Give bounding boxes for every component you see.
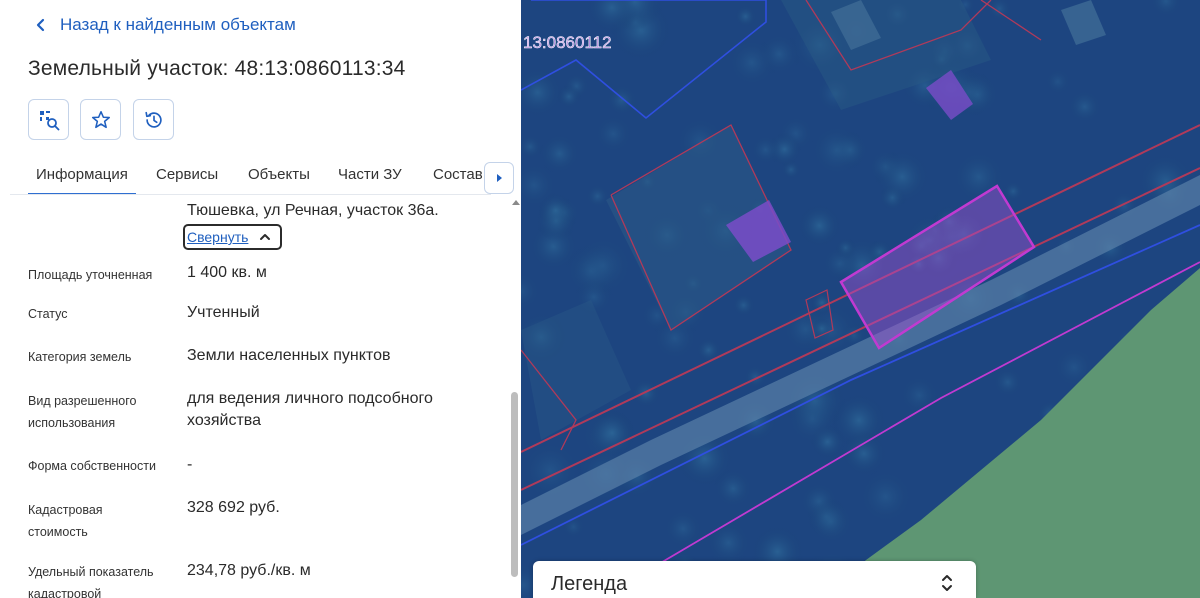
chevron-left-icon: [36, 18, 45, 32]
tree-blob: [564, 244, 618, 298]
star-icon: [91, 110, 110, 128]
page-title: Земельный участок: 48:13:0860113:34: [28, 57, 406, 80]
chevron-right-icon: [497, 174, 502, 182]
field-label-cadastral-value: Кадастровая стоимость: [28, 503, 103, 539]
field-value-specific-value: 234,78 руб./кв. м: [187, 562, 311, 579]
tree-blob: [538, 132, 581, 175]
object-info-panel: Назад к найденным объектам Земельный уча…: [0, 0, 521, 598]
tabs-scroll-right-button[interactable]: [484, 162, 514, 194]
collapse-label[interactable]: Свернуть: [187, 229, 248, 245]
tree-blob: [713, 468, 754, 509]
tab-parcel-parts[interactable]: Части ЗУ: [338, 166, 402, 183]
tabs-divider: [10, 194, 491, 195]
back-link-label[interactable]: Назад к найденным объектам: [60, 15, 296, 35]
history-icon: [144, 111, 162, 128]
history-button[interactable]: [133, 99, 174, 140]
info-content: Тюшевка, ул Речная, участок 36а. Свернут…: [0, 196, 510, 598]
tree-blob: [585, 184, 610, 209]
field-label-specific-value: Удельный показатель кадастровой: [28, 565, 154, 598]
expand-collapse-icon[interactable]: [940, 571, 954, 595]
tree-blob: [731, 293, 756, 317]
map-canvas[interactable]: 13:0860112: [521, 0, 1200, 598]
field-value-status: Учтенный: [187, 304, 260, 321]
tree-blob: [743, 365, 768, 389]
field-value-ownership: -: [187, 456, 193, 473]
field-value-permitted-use: для ведения личного подсобного хозяйства: [187, 390, 433, 429]
map-search-button[interactable]: [28, 99, 69, 140]
tree-blob: [991, 366, 1024, 399]
legend-panel[interactable]: Легенда: [533, 561, 976, 598]
field-value-cadastral-value: 328 692 руб.: [187, 499, 280, 516]
tree-blob: [1044, 68, 1072, 96]
tree-blob: [556, 84, 581, 109]
legend-label: Легенда: [551, 573, 628, 595]
map-search-icon: [39, 110, 59, 130]
tree-blob: [750, 134, 781, 166]
satellite-map[interactable]: 13:0860112: [521, 0, 1200, 598]
tree-blob: [695, 337, 722, 363]
tab-information[interactable]: Информация: [28, 166, 136, 195]
tree-blob: [874, 148, 930, 205]
field-label-land-category: Категория земель: [28, 350, 132, 364]
back-to-results-link[interactable]: Назад к найденным объектам: [34, 14, 296, 36]
tree-blob: [809, 123, 864, 178]
field-value-land-category: Земли населенных пунктов: [187, 347, 391, 364]
chevron-up-icon: [260, 234, 271, 240]
tab-composition[interactable]: Состав: [433, 166, 483, 183]
tree-blob: [898, 374, 940, 417]
tree-blob: [806, 496, 847, 537]
scroll-thumb[interactable]: [511, 392, 518, 577]
tree-blob: [734, 5, 757, 28]
tree-blob: [797, 203, 842, 248]
tree-blob: [630, 378, 661, 409]
field-label-area: Площадь уточненная: [28, 268, 153, 282]
collapse-button[interactable]: Свернуть: [183, 224, 282, 250]
tab-services[interactable]: Сервисы: [156, 166, 218, 183]
favorite-button[interactable]: [80, 99, 121, 140]
field-label-permitted-use: Вид разрешенного использования: [28, 394, 137, 430]
tree-blob: [1067, 89, 1103, 125]
tree-blob: [705, 519, 752, 566]
field-label-status: Статус: [28, 307, 68, 321]
tree-blob: [726, 37, 777, 88]
tree-blob: [857, 468, 915, 526]
panel-scrollbar[interactable]: [510, 196, 520, 598]
info-tabs: Информация Сервисы Объекты Части ЗУ Сост…: [0, 156, 521, 196]
address-value: Тюшевка, ул Речная, участок 36а.: [187, 202, 439, 219]
field-label-ownership: Форма собственности: [28, 459, 156, 473]
tree-blob: [662, 508, 704, 550]
scroll-up-arrow[interactable]: [512, 200, 520, 205]
tree-blob: [593, 113, 634, 154]
cadastral-block-label: 13:0860112: [523, 33, 612, 52]
field-value-area: 1 400 кв. м: [187, 264, 267, 281]
tab-objects[interactable]: Объекты: [248, 166, 310, 183]
